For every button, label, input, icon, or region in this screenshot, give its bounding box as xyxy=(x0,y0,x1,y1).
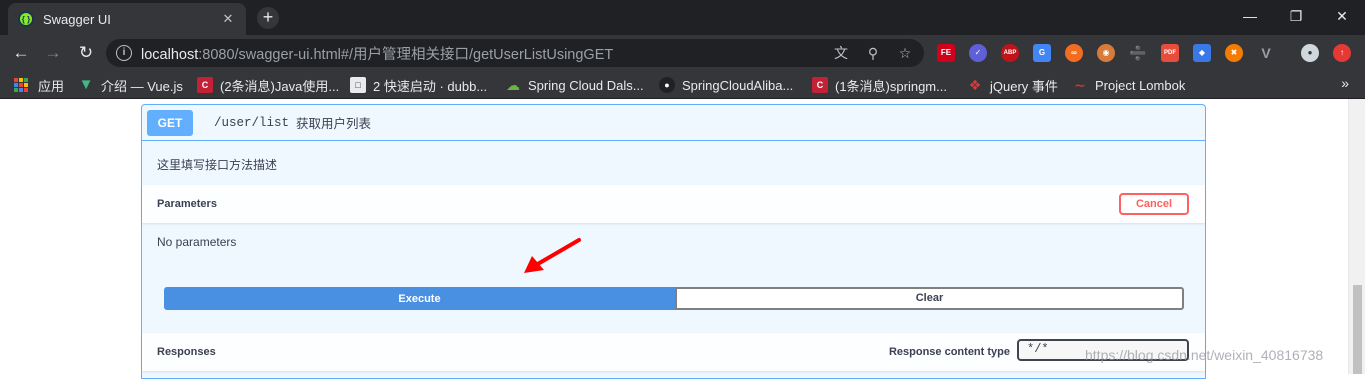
parameters-body: No parameters Execute Clear xyxy=(142,223,1205,333)
bookmark-lombok[interactable]: ∼ Project Lombok xyxy=(1072,76,1185,94)
operation-block-get-user-list: GET /user/list 获取用户列表 这里填写接口方法描述 Paramet… xyxy=(141,104,1206,379)
bookmark-csdn-java[interactable]: C (2条消息)Java使用... xyxy=(197,76,339,94)
bookmark-jquery[interactable]: ❖ jQuery 事件 xyxy=(967,76,1058,94)
site-info-icon[interactable]: i xyxy=(116,45,132,61)
clear-button[interactable]: Clear xyxy=(675,287,1184,310)
bookmark-label: 介绍 — Vue.js xyxy=(101,78,183,94)
feather-extension-icon[interactable]: ➗ xyxy=(1129,44,1147,62)
bookmarks-bar: 应用 ▼ 介绍 — Vue.js C (2条消息)Java使用... □ 2 快… xyxy=(0,70,1365,99)
bookmark-dubbo[interactable]: □ 2 快速启动 · dubb... xyxy=(350,76,487,94)
red-arrow-annotation xyxy=(524,238,581,273)
operation-summary[interactable]: GET /user/list 获取用户列表 xyxy=(142,105,1205,141)
response-content-type-label: Response content type xyxy=(888,346,1010,358)
http-method-badge: GET xyxy=(147,109,193,136)
csdn-watermark: https://blog.csdn.net/weixin_40816738 xyxy=(1085,347,1324,363)
bookmark-vue[interactable]: ▼ 介绍 — Vue.js xyxy=(78,76,183,94)
bookmark-label: 应用 xyxy=(38,78,65,94)
forward-icon[interactable]: → xyxy=(39,39,67,67)
maximize-icon[interactable]: ❐ xyxy=(1273,0,1319,32)
bookmark-label: (1条消息)springm... xyxy=(835,78,947,94)
bookmark-apps[interactable]: 应用 xyxy=(13,76,64,94)
operation-path: /user/list xyxy=(214,115,290,130)
monkey-extension-icon[interactable]: ◉ xyxy=(1097,44,1115,62)
page-viewport: GET /user/list 获取用户列表 这里填写接口方法描述 Paramet… xyxy=(0,99,1365,379)
bookmark-label: SpringCloudAliba... xyxy=(682,77,794,93)
swagger-favicon-icon: { } xyxy=(18,11,34,27)
infinity-extension-icon[interactable]: ∞ xyxy=(1065,44,1083,62)
responses-header: Responses Response content type */* xyxy=(142,333,1205,371)
vue-icon: ▼ xyxy=(78,76,94,93)
operation-description: 这里填写接口方法描述 xyxy=(157,158,278,172)
translate-icon[interactable]: 文 xyxy=(832,44,850,62)
tab-title: Swagger UI xyxy=(43,11,111,27)
profile-avatar[interactable]: ● xyxy=(1301,44,1319,62)
adblock-plus-icon[interactable]: ABP xyxy=(1001,44,1019,62)
bookmark-label: Project Lombok xyxy=(1095,77,1186,93)
browser-toolbar: ← → ↻ i localhost:8080/swagger-ui.html#/… xyxy=(0,35,1365,70)
url-text[interactable]: localhost:8080/swagger-ui.html#/用户管理相关接口… xyxy=(141,43,613,64)
no-parameters-text: No parameters xyxy=(157,235,237,249)
back-icon[interactable]: ← xyxy=(7,39,35,67)
book-icon: □ xyxy=(350,77,366,93)
bookmark-label: Spring Cloud Dals... xyxy=(528,77,644,93)
operation-summary-text: 获取用户列表 xyxy=(296,116,372,131)
bookmark-csdn-springmvc[interactable]: C (1条消息)springm... xyxy=(812,76,947,94)
parameters-header: Parameters Cancel xyxy=(142,185,1205,223)
bookmark-label: (2条消息)Java使用... xyxy=(220,78,340,94)
cancel-button[interactable]: Cancel xyxy=(1119,193,1189,215)
shield-extension-icon[interactable]: ◆ xyxy=(1193,44,1211,62)
reload-icon[interactable]: ↻ xyxy=(72,39,100,67)
cross-extension-icon[interactable]: ✖ xyxy=(1225,44,1243,62)
zoom-icon[interactable]: ⚲ xyxy=(864,44,882,62)
vuejs-devtools-icon[interactable]: V xyxy=(1257,44,1275,62)
responses-title: Responses xyxy=(157,346,216,358)
execute-button-group: Execute Clear xyxy=(164,287,1184,310)
lombok-icon: ∼ xyxy=(1074,77,1086,93)
github-icon: ● xyxy=(659,77,675,93)
bookmark-label: jQuery 事件 xyxy=(990,78,1058,94)
jquery-icon: ❖ xyxy=(968,77,982,93)
tab-close-icon[interactable]: ✕ xyxy=(220,11,236,27)
pdf-extension-icon[interactable]: PDF xyxy=(1161,44,1179,62)
parameters-title: Parameters xyxy=(157,198,217,210)
bookmark-springcloud-alibaba[interactable]: ● SpringCloudAliba... xyxy=(659,76,793,94)
bookmark-star-icon[interactable]: ☆ xyxy=(896,44,914,62)
window-close-icon[interactable]: ✕ xyxy=(1319,0,1365,32)
page-scrollbar[interactable] xyxy=(1348,99,1365,374)
google-translate-icon[interactable]: G xyxy=(1033,44,1051,62)
execute-button[interactable]: Execute xyxy=(164,287,675,310)
tab-swagger-ui[interactable]: { } Swagger UI ✕ xyxy=(8,3,246,35)
check-extension-icon[interactable]: ✓ xyxy=(969,44,987,62)
bookmark-spring-cloud[interactable]: ☁ Spring Cloud Dals... xyxy=(505,76,644,94)
update-icon[interactable]: ↑ xyxy=(1333,44,1351,62)
apps-icon xyxy=(13,77,29,93)
minimize-icon[interactable]: — xyxy=(1227,0,1273,32)
new-tab-button[interactable]: + xyxy=(257,7,279,29)
csdn-icon: C xyxy=(812,77,828,93)
spring-cloud-icon: ☁ xyxy=(506,77,520,93)
fe-extension-icon[interactable]: FE xyxy=(937,44,955,62)
address-bar[interactable]: i localhost:8080/swagger-ui.html#/用户管理相关… xyxy=(106,39,924,67)
bookmark-label: 2 快速启动 · dubb... xyxy=(373,78,488,94)
scrollbar-thumb[interactable] xyxy=(1353,285,1362,374)
tab-bar: { } Swagger UI ✕ + — ❐ ✕ xyxy=(0,0,1365,35)
bookmarks-overflow-icon[interactable]: » xyxy=(1341,75,1349,91)
csdn-icon: C xyxy=(197,77,213,93)
